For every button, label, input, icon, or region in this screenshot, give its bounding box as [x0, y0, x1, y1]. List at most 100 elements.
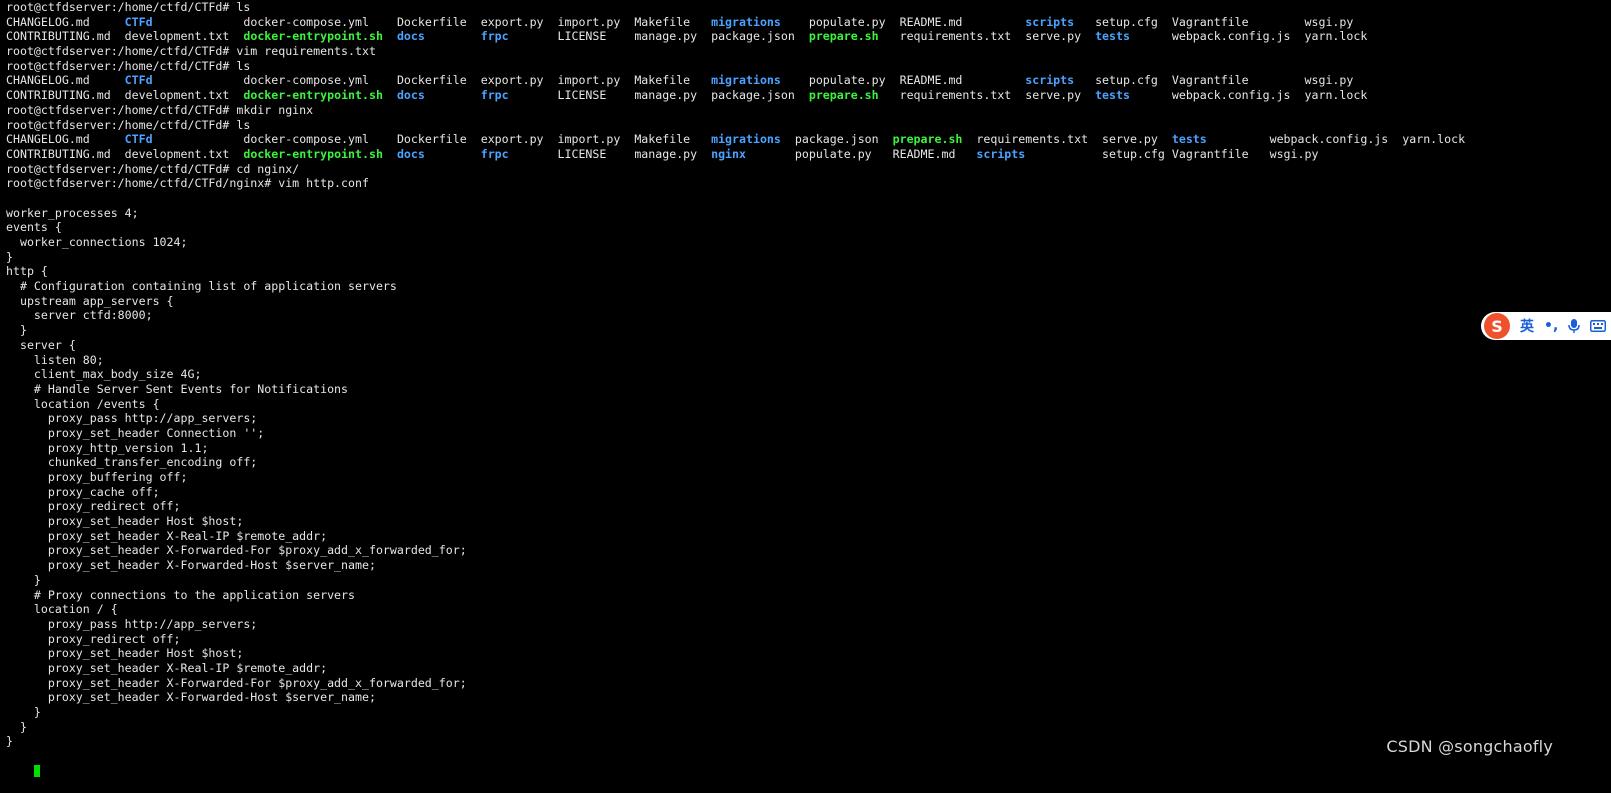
terminal-text: proxy_buffering off;: [6, 470, 188, 484]
terminal-text: Dockerfile: [396, 73, 467, 88]
terminal-text: proxy_pass http://app_servers;: [6, 411, 258, 426]
terminal-text: Dockerfile: [396, 14, 467, 29]
terminal-line: listen 80;: [6, 353, 1611, 368]
ime-mode-toggle[interactable]: 英: [1520, 316, 1534, 336]
terminal-text: Makefile: [634, 132, 691, 147]
directory-entry: scripts: [1025, 14, 1075, 29]
terminal-text: CHANGELOG.md: [6, 73, 90, 88]
terminal-text: LICENSE: [557, 29, 607, 44]
terminal-line: }: [6, 705, 1611, 720]
terminal-line: root@ctfdserver:/home/ctfd/CTFd# ls: [6, 0, 1611, 15]
terminal-line: proxy_set_header Host $host;: [6, 514, 1611, 529]
terminal-line: root@ctfdserver:/home/ctfd/CTFd# mkdir n…: [6, 103, 1611, 118]
terminal-line: proxy_cache off;: [6, 485, 1611, 500]
terminal-line: proxy_redirect off;: [6, 632, 1611, 647]
terminal-text: location /events {: [6, 396, 160, 411]
directory-entry: tests: [1095, 88, 1130, 103]
terminal-text: serve.py: [1025, 29, 1082, 44]
terminal-text: root@ctfdserver:/home/ctfd/CTFd# mkdir n…: [6, 102, 314, 117]
executable-entry: prepare.sh: [808, 88, 879, 103]
terminal-line: CHANGELOG.md CTFd docker-compose.yml Docker…: [6, 132, 1611, 147]
terminal-line: proxy_set_header X-Forwarded-For $proxy_…: [6, 543, 1611, 558]
terminal-text: docker-compose.yml: [243, 73, 369, 88]
terminal-text: development.txt: [124, 88, 230, 103]
terminal-text: proxy_set_header X-Forwarded-For $proxy_…: [6, 543, 467, 558]
terminal-line: proxy_pass http://app_servers;: [6, 411, 1611, 426]
terminal-text: root@ctfdserver:/home/ctfd/CTFd/nginx# v…: [6, 176, 369, 191]
terminal-text: wsgi.py: [1304, 14, 1354, 29]
terminal-text: upstream app_servers {: [6, 293, 174, 308]
terminal-text: yarn.lock: [1304, 88, 1368, 103]
terminal-text: Vagrantfile: [1171, 14, 1249, 29]
terminal-line: proxy_set_header X-Forwarded-Host $serve…: [6, 558, 1611, 573]
terminal-line: }: [6, 323, 1611, 338]
terminal-line: location / {: [6, 602, 1611, 617]
terminal-text: CHANGELOG.md: [6, 14, 90, 29]
terminal-text: }: [6, 705, 41, 719]
terminal-line: root@ctfdserver:/home/ctfd/CTFd# ls: [6, 59, 1611, 74]
terminal-text: worker_processes 4;: [6, 205, 139, 220]
terminal-text: chunked_transfer_encoding off;: [6, 455, 258, 470]
directory-entry: frpc: [480, 29, 509, 44]
terminal-text: CONTRIBUTING.md: [6, 29, 111, 44]
ime-punctuation-toggle[interactable]: •,: [1544, 318, 1558, 334]
terminal-text: wsgi.py: [1269, 146, 1319, 161]
microphone-icon[interactable]: [1568, 318, 1581, 334]
terminal-text: proxy_set_header X-Real-IP $remote_addr;: [6, 528, 328, 543]
terminal-text: # Proxy connections to the application s…: [6, 587, 356, 602]
terminal-line: CONTRIBUTING.md development.txt docker-ent…: [6, 147, 1611, 162]
ime-toolbar[interactable]: S 英 •,: [1481, 312, 1611, 340]
terminal-text: proxy_pass http://app_servers;: [6, 616, 258, 631]
terminal-text: setup.cfg: [1095, 73, 1158, 88]
terminal-text: export.py: [480, 73, 544, 88]
terminal-text: webpack.config.js: [1171, 29, 1291, 44]
terminal-text: root@ctfdserver:/home/ctfd/CTFd# cd ngin…: [6, 161, 300, 176]
terminal-text: wsgi.py: [1304, 73, 1354, 88]
terminal-text: root@ctfdserver:/home/ctfd/CTFd# ls: [6, 117, 251, 132]
terminal-line: location /events {: [6, 397, 1611, 412]
terminal-text: docker-compose.yml: [243, 132, 369, 147]
terminal-line: # Proxy connections to the application s…: [6, 588, 1611, 603]
terminal-text: proxy_cache off;: [6, 484, 160, 499]
directory-entry: migrations: [711, 14, 781, 29]
terminal-text: README.md: [899, 73, 963, 88]
executable-entry: prepare.sh: [808, 29, 879, 44]
sogou-logo-icon[interactable]: S: [1484, 313, 1510, 339]
terminal-text: }: [6, 572, 41, 587]
terminal-line: root@ctfdserver:/home/ctfd/CTFd# vim req…: [6, 44, 1611, 59]
terminal-line: }: [6, 734, 1611, 749]
terminal-text: server ctfd:8000;: [6, 308, 153, 323]
terminal-text: proxy_redirect off;: [6, 631, 181, 646]
terminal-text: development.txt: [124, 146, 230, 161]
terminal-line: proxy_set_header X-Forwarded-For $proxy_…: [6, 676, 1611, 691]
keyboard-icon[interactable]: [1590, 320, 1607, 332]
terminal-text: export.py: [480, 132, 544, 147]
terminal-text: proxy_set_header X-Forwarded-Host $serve…: [6, 690, 376, 705]
terminal-line: proxy_set_header X-Real-IP $remote_addr;: [6, 661, 1611, 676]
executable-entry: docker-entrypoint.sh: [243, 29, 383, 44]
terminal-window[interactable]: root@ctfdserver:/home/ctfd/CTFd# ls CHANG…: [0, 0, 1611, 786]
directory-entry: docs: [396, 88, 425, 103]
directory-entry: migrations: [711, 132, 781, 147]
terminal-text: requirements.txt: [899, 29, 1012, 44]
terminal-line: proxy_set_header Connection '';: [6, 426, 1611, 441]
terminal-text: requirements.txt: [899, 88, 1012, 103]
terminal-text: # Configuration containing list of appli…: [6, 279, 397, 294]
terminal-text: worker_connections 1024;: [6, 235, 188, 249]
terminal-line: proxy_set_header Host $host;: [6, 646, 1611, 661]
terminal-line: server ctfd:8000;: [6, 308, 1611, 323]
terminal-text: CHANGELOG.md: [6, 132, 90, 147]
terminal-text: setup.cfg: [1102, 146, 1165, 161]
executable-entry: docker-entrypoint.sh: [243, 88, 383, 103]
terminal-line: http {: [6, 264, 1611, 279]
terminal-text: LICENSE: [557, 146, 607, 161]
executable-entry: prepare.sh: [892, 132, 963, 147]
terminal-text: proxy_set_header Connection '';: [6, 425, 265, 440]
terminal-text: client_max_body_size 4G;: [6, 367, 202, 382]
terminal-line: proxy_redirect off;: [6, 499, 1611, 514]
terminal-text: }: [6, 249, 13, 264]
terminal-line: }: [6, 250, 1611, 265]
terminal-text: Dockerfile: [396, 132, 467, 147]
terminal-text: import.py: [557, 14, 621, 29]
terminal-text: proxy_http_version 1.1;: [6, 440, 209, 455]
